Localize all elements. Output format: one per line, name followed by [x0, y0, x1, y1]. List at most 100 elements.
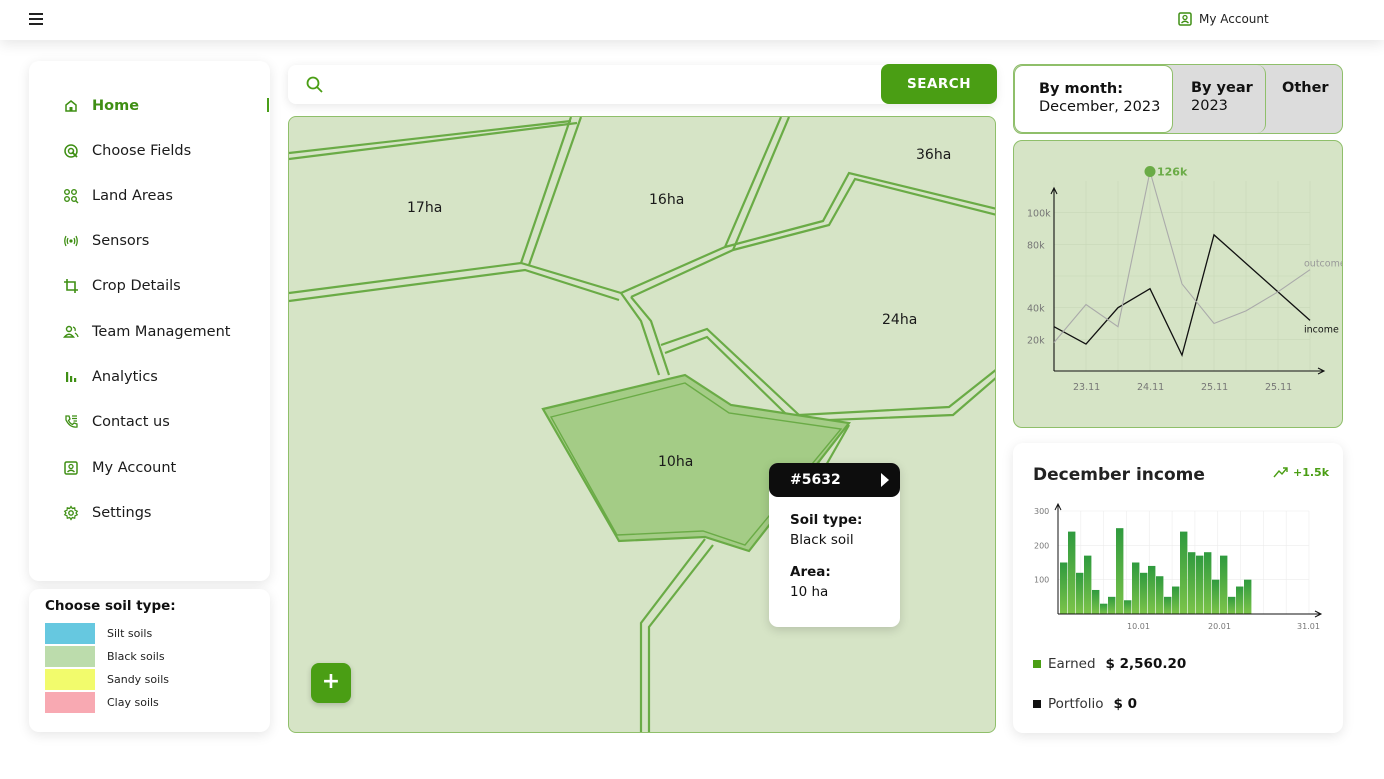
bar [1100, 603, 1108, 614]
sidebar-item-home[interactable]: Home [63, 95, 139, 117]
gear-icon [63, 505, 79, 521]
boundary-line [724, 171, 995, 249]
bar [1116, 528, 1124, 614]
soil-option-sandy[interactable]: Sandy soils [45, 669, 169, 690]
search-icon [306, 76, 323, 93]
sidebar-item-choose-fields[interactable]: Choose Fields [63, 140, 191, 162]
sidebar-item-my-account[interactable]: My Account [63, 457, 176, 479]
sidebar-item-settings[interactable]: Settings [63, 502, 151, 524]
soil-type-title: Choose soil type: [45, 598, 176, 614]
series-label-outcome: outcome [1304, 259, 1342, 270]
sidebar-item-contact-us[interactable]: Contact us [63, 411, 170, 433]
tab-title: By month: [1039, 81, 1123, 97]
peak-label: 126k [1157, 166, 1188, 179]
boundary-line [289, 121, 578, 161]
tab-by-month[interactable]: By month: December, 2023 [1014, 65, 1173, 133]
sidebar-item-label: Contact us [92, 414, 170, 430]
field-popup: #5632 Soil type: Black soil Area: 10 ha [769, 463, 900, 627]
bar [1124, 600, 1132, 614]
sidebar-item-label: Sensors [92, 233, 150, 249]
bar [1148, 565, 1156, 614]
bar [1068, 531, 1076, 614]
sidebar-item-label: My Account [92, 460, 177, 476]
my-account-link[interactable]: My Account [1178, 12, 1269, 26]
tab-by-year[interactable]: By year 2023 [1173, 65, 1266, 133]
bar [1212, 579, 1220, 614]
sidebar-item-label: Settings [92, 505, 152, 521]
sidebar-item-land-areas[interactable]: Land Areas [63, 185, 173, 207]
x-tick-label: 20.01 [1208, 622, 1231, 631]
menu-icon[interactable] [29, 13, 43, 25]
sidebar-item-label: Land Areas [92, 188, 173, 204]
field-label-17ha[interactable]: 17ha [407, 200, 442, 216]
soil-option-label: Silt soils [107, 627, 153, 640]
sidebar-item-label: Analytics [92, 369, 158, 385]
soil-option-clay[interactable]: Clay soils [45, 692, 159, 713]
crop-icon [64, 279, 78, 293]
bar [1084, 555, 1092, 614]
sidebar-item-crop-details[interactable]: Crop Details [63, 275, 181, 297]
y-tick-label: 20k [1027, 335, 1045, 346]
sidebar-item-label: Choose Fields [92, 143, 192, 159]
boundary-line [630, 296, 671, 376]
legend-swatch [1033, 660, 1041, 668]
income-outcome-chart-card: 20k 40k 80k 100k 23.11 24.11 25.11 25.11 income o… [1013, 140, 1346, 428]
sidebar-item-analytics[interactable]: Analytics [63, 366, 158, 388]
soil-option-black[interactable]: Black soils [45, 646, 165, 667]
soil-type-value: Black soil [790, 532, 854, 548]
soil-option-label: Black soils [107, 650, 165, 663]
popup-header[interactable]: #5632 [769, 463, 900, 497]
y-tick-label: 100k [1027, 209, 1051, 220]
legend-portfolio: Portfolio $ 0 [1033, 696, 1137, 712]
analytics-icon [66, 372, 77, 382]
legend-label: Earned [1048, 656, 1096, 672]
search-button[interactable]: SEARCH [881, 64, 997, 104]
sidebar-item-sensors[interactable]: Sensors [63, 230, 149, 252]
active-indicator [267, 98, 269, 112]
y-tick-label: 80k [1027, 240, 1045, 251]
soil-swatch [45, 646, 95, 667]
soil-option-label: Sandy soils [107, 673, 169, 686]
area-key: Area: [790, 564, 831, 580]
target-icon [64, 144, 78, 158]
legend-earned: Earned $ 2,560.20 [1033, 656, 1186, 672]
field-map[interactable]: 17ha 16ha 36ha 24ha 10ha #5632 Soil type… [288, 116, 996, 733]
bar [1140, 572, 1148, 614]
area-value: 10 ha [790, 584, 829, 600]
bar [1156, 576, 1164, 614]
search-input[interactable] [338, 73, 858, 95]
field-label-24ha[interactable]: 24ha [882, 312, 917, 328]
bar [1188, 552, 1196, 614]
sidebar-item-team-management[interactable]: Team Management [63, 321, 230, 343]
sidebar-item-label: Home [92, 98, 140, 114]
x-tick-label: 31.01 [1297, 622, 1320, 631]
boundary-line [527, 117, 583, 266]
bar [1236, 586, 1244, 614]
field-label-36ha[interactable]: 36ha [916, 147, 951, 163]
field-label-16ha[interactable]: 16ha [649, 192, 684, 208]
soil-option-silt[interactable]: Silt soils [45, 623, 152, 644]
boundary-line [732, 177, 995, 252]
boundary-line [804, 377, 995, 423]
x-tick-label: 25.11 [1201, 382, 1228, 393]
legend-amount: $ 2,560.20 [1105, 656, 1187, 672]
bar-chart[interactable]: 100 200 300 10.01 20.01 31.01 [1013, 443, 1343, 643]
boundary-line [289, 119, 572, 155]
soil-swatch [45, 623, 95, 644]
line-chart[interactable]: 20k 40k 80k 100k 23.11 24.11 25.11 25.11 income o… [1014, 141, 1346, 427]
add-field-button[interactable]: + [311, 663, 351, 703]
y-tick-label: 200 [1034, 541, 1049, 550]
chevron-right-icon[interactable] [881, 473, 889, 487]
bar [1196, 555, 1204, 614]
income-card: December income +1.5k 100 200 300 10.01 20.0… [1013, 443, 1343, 733]
tab-other[interactable]: Other [1266, 65, 1342, 133]
x-tick-label: 23.11 [1073, 382, 1100, 393]
boundary-line [647, 544, 714, 732]
legend-swatch [1033, 700, 1041, 708]
boundary-line [798, 369, 995, 417]
field-id: #5632 [790, 472, 841, 488]
soil-swatch [45, 692, 95, 713]
my-account-label: My Account [1199, 12, 1269, 26]
team-icon [63, 325, 79, 338]
field-label-10ha[interactable]: 10ha [658, 454, 693, 470]
